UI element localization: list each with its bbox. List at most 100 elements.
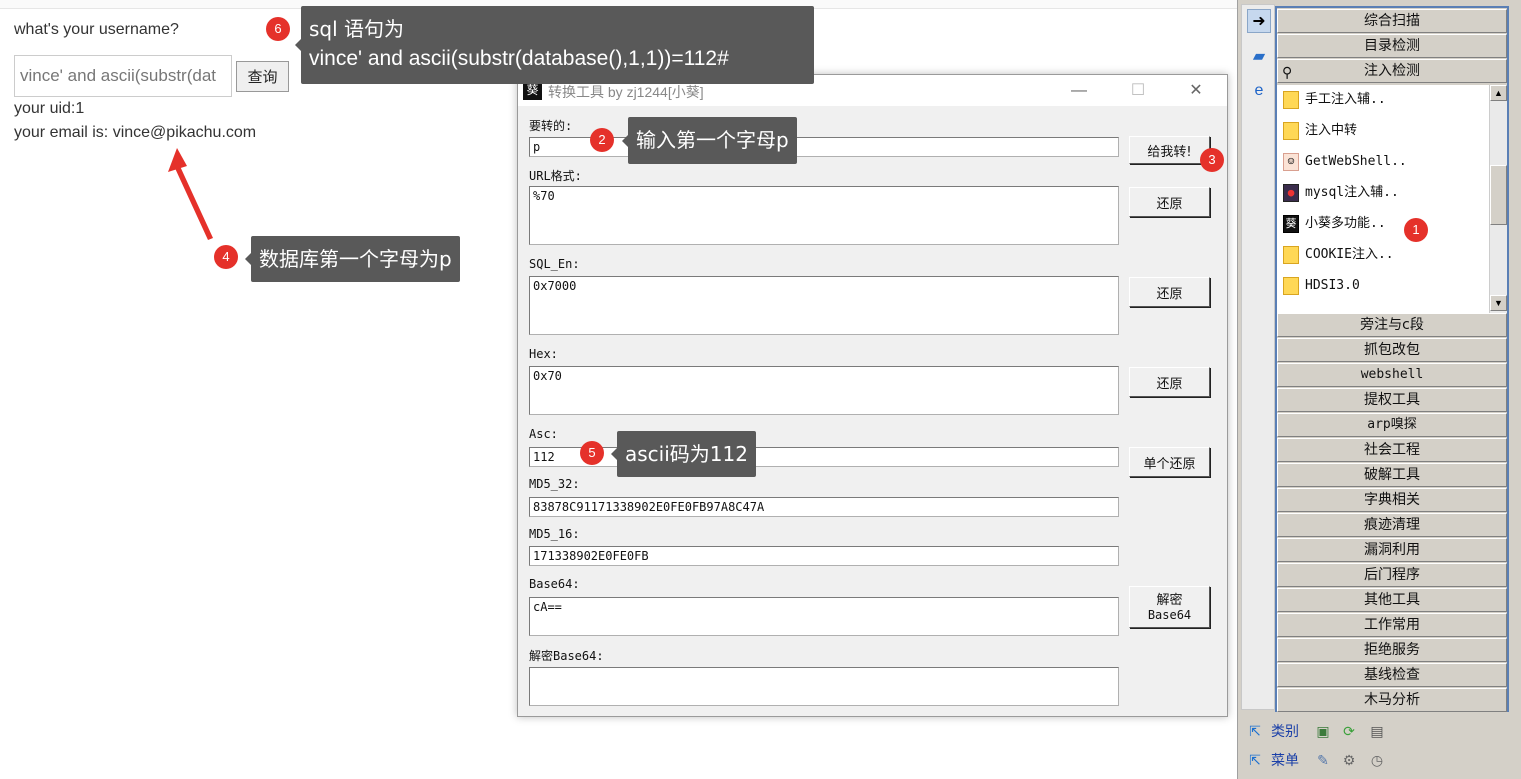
- list-item[interactable]: HDSI3.0: [1283, 274, 1483, 298]
- category-item[interactable]: arp嗅探: [1277, 413, 1507, 437]
- category-view-icon[interactable]: ⇱: [1245, 722, 1265, 742]
- annotation-badge-2: 2: [590, 128, 614, 152]
- base64-label: Base64:: [529, 577, 580, 591]
- annotation-callout-6: sql 语句为 vince' and ascii(substr(database…: [295, 6, 814, 84]
- list-item[interactable]: COOKIE注入..: [1283, 243, 1483, 267]
- decrypt-base64-button[interactable]: 解密 Base64: [1129, 586, 1210, 628]
- annotation-callout-4: 数据库第一个字母为p: [245, 236, 460, 282]
- maximize-button[interactable]: ☐: [1118, 79, 1158, 103]
- category-label: 注入检测: [1364, 63, 1420, 79]
- url-field[interactable]: %70: [529, 186, 1119, 245]
- app-icon: ●: [1283, 183, 1299, 202]
- category-item[interactable]: 痕迹清理: [1277, 513, 1507, 537]
- category-item[interactable]: 工作常用: [1277, 613, 1507, 637]
- scroll-down-icon[interactable]: ▼: [1490, 295, 1507, 311]
- list-item-label: 手工注入辅..: [1305, 92, 1386, 107]
- category-item-injection[interactable]: ⚲ 注入检测: [1277, 59, 1507, 83]
- annotation-callout-5: ascii码为112: [611, 431, 756, 477]
- window-title: 转换工具 by zj1244[小葵]: [548, 84, 704, 100]
- category-item[interactable]: 目录检测: [1277, 34, 1507, 58]
- restore-single-button[interactable]: 单个还原: [1129, 447, 1210, 477]
- minimize-button[interactable]: —: [1059, 79, 1099, 103]
- decode-base64-field[interactable]: [529, 667, 1119, 706]
- md5-16-label: MD5_16:: [529, 527, 580, 541]
- md5-32-field[interactable]: 83878C91171338902E0FE0FB97A8C47A: [529, 497, 1119, 517]
- list-item-label: 小葵多功能..: [1305, 216, 1386, 231]
- category-item[interactable]: 旁注与c段: [1277, 313, 1507, 337]
- folder-icon: [1283, 90, 1299, 109]
- uid-result: your uid:1: [14, 100, 85, 117]
- bottom-toolbar-1: ⇱ 类别 ▣ ⟳ ▤: [1241, 719, 1501, 745]
- category-item[interactable]: 漏洞利用: [1277, 538, 1507, 562]
- add-window-icon[interactable]: ▣: [1313, 722, 1333, 742]
- annotation-badge-4: 4: [214, 245, 238, 269]
- menu-link[interactable]: 菜单: [1271, 750, 1299, 770]
- list-item[interactable]: ☺ GetWebShell..: [1283, 150, 1483, 174]
- base64-field[interactable]: cA==: [529, 597, 1119, 636]
- scroll-thumb[interactable]: [1490, 165, 1507, 225]
- ie-browser-icon[interactable]: e: [1247, 79, 1271, 103]
- decode-base64-label: 解密Base64:: [529, 649, 604, 663]
- list-item[interactable]: 注入中转: [1283, 119, 1483, 143]
- input-field[interactable]: p: [529, 137, 1119, 157]
- username-input[interactable]: [14, 55, 232, 97]
- sql-en-field[interactable]: 0x7000: [529, 276, 1119, 335]
- side-icon-strip: ➜ ▰ e: [1241, 4, 1275, 710]
- list-item[interactable]: 葵小葵多功能..: [1283, 212, 1483, 236]
- category-item[interactable]: 提权工具: [1277, 388, 1507, 412]
- query-button[interactable]: 查询: [236, 61, 289, 92]
- wrench-icon[interactable]: ✎: [1313, 751, 1333, 771]
- converter-window: 葵 转换工具 by zj1244[小葵] — ☐ ✕ 要转的: p 给我转! U…: [517, 74, 1228, 717]
- clock-icon[interactable]: ◷: [1367, 751, 1387, 771]
- list-item-label: HDSI3.0: [1305, 278, 1360, 293]
- hex-field[interactable]: 0x70: [529, 366, 1119, 415]
- hex-label: Hex:: [529, 347, 558, 361]
- close-button[interactable]: ✕: [1176, 79, 1216, 103]
- restore-hex-button[interactable]: 还原: [1129, 367, 1210, 397]
- folder-icon: [1283, 245, 1299, 264]
- list-item-label: mysql注入辅..: [1305, 185, 1399, 200]
- category-item[interactable]: 抓包改包: [1277, 338, 1507, 362]
- category-item[interactable]: 后门程序: [1277, 563, 1507, 587]
- kui-icon: 葵: [1283, 214, 1299, 233]
- list-item[interactable]: ● mysql注入辅..: [1283, 181, 1483, 205]
- category-item[interactable]: 社会工程: [1277, 438, 1507, 462]
- callout-6-line1: sql 语句为: [309, 17, 405, 41]
- category-item[interactable]: 综合扫描: [1277, 9, 1507, 33]
- new-file-icon[interactable]: ▤: [1367, 722, 1387, 742]
- category-item[interactable]: 木马分析: [1277, 688, 1507, 712]
- category-item[interactable]: 拒绝服务: [1277, 638, 1507, 662]
- pin-icon[interactable]: ➜: [1247, 9, 1271, 33]
- restore-sql-button[interactable]: 还原: [1129, 277, 1210, 307]
- menu-icon[interactable]: ⇱: [1245, 751, 1265, 771]
- callout-6-line2: vince' and ascii(substr(database(),1,1))…: [309, 47, 729, 70]
- category-frame: 综合扫描 目录检测 ⚲ 注入检测 手工注入辅.. 注入中转 ☺ GetWebShe…: [1275, 6, 1509, 712]
- annotation-badge-6: 6: [266, 17, 290, 41]
- annotation-callout-2: 输入第一个字母p: [622, 117, 797, 164]
- annotation-badge-5: 5: [580, 441, 604, 465]
- folder-icon: [1283, 276, 1299, 295]
- category-item[interactable]: 其他工具: [1277, 588, 1507, 612]
- settings-icon[interactable]: ⚙: [1339, 751, 1359, 771]
- decrypt-button-line1: 解密: [1156, 593, 1183, 608]
- scroll-up-icon[interactable]: ▲: [1490, 85, 1507, 101]
- list-item[interactable]: 手工注入辅..: [1283, 88, 1483, 112]
- url-label: URL格式:: [529, 169, 582, 183]
- category-item[interactable]: webshell: [1277, 363, 1507, 387]
- sql-en-label: SQL_En:: [529, 257, 580, 271]
- convert-button[interactable]: 给我转!: [1129, 136, 1210, 164]
- open-folder-icon[interactable]: ▰: [1247, 45, 1271, 69]
- restore-url-button[interactable]: 还原: [1129, 187, 1210, 217]
- bottom-toolbar-2: ⇱ 菜单 ✎ ⚙ ◷: [1241, 748, 1501, 774]
- md5-32-label: MD5_32:: [529, 477, 580, 491]
- annotation-badge-3: 3: [1200, 148, 1224, 172]
- category-item[interactable]: 破解工具: [1277, 463, 1507, 487]
- asc-label: Asc:: [529, 427, 558, 441]
- category-item[interactable]: 基线检查: [1277, 663, 1507, 687]
- list-scrollbar[interactable]: ▲ ▼: [1489, 85, 1507, 313]
- category-item[interactable]: 字典相关: [1277, 488, 1507, 512]
- refresh-icon[interactable]: ⟳: [1339, 722, 1359, 742]
- annotation-badge-1: 1: [1404, 218, 1428, 242]
- category-link[interactable]: 类别: [1271, 721, 1299, 741]
- md5-16-field[interactable]: 171338902E0FE0FB: [529, 546, 1119, 566]
